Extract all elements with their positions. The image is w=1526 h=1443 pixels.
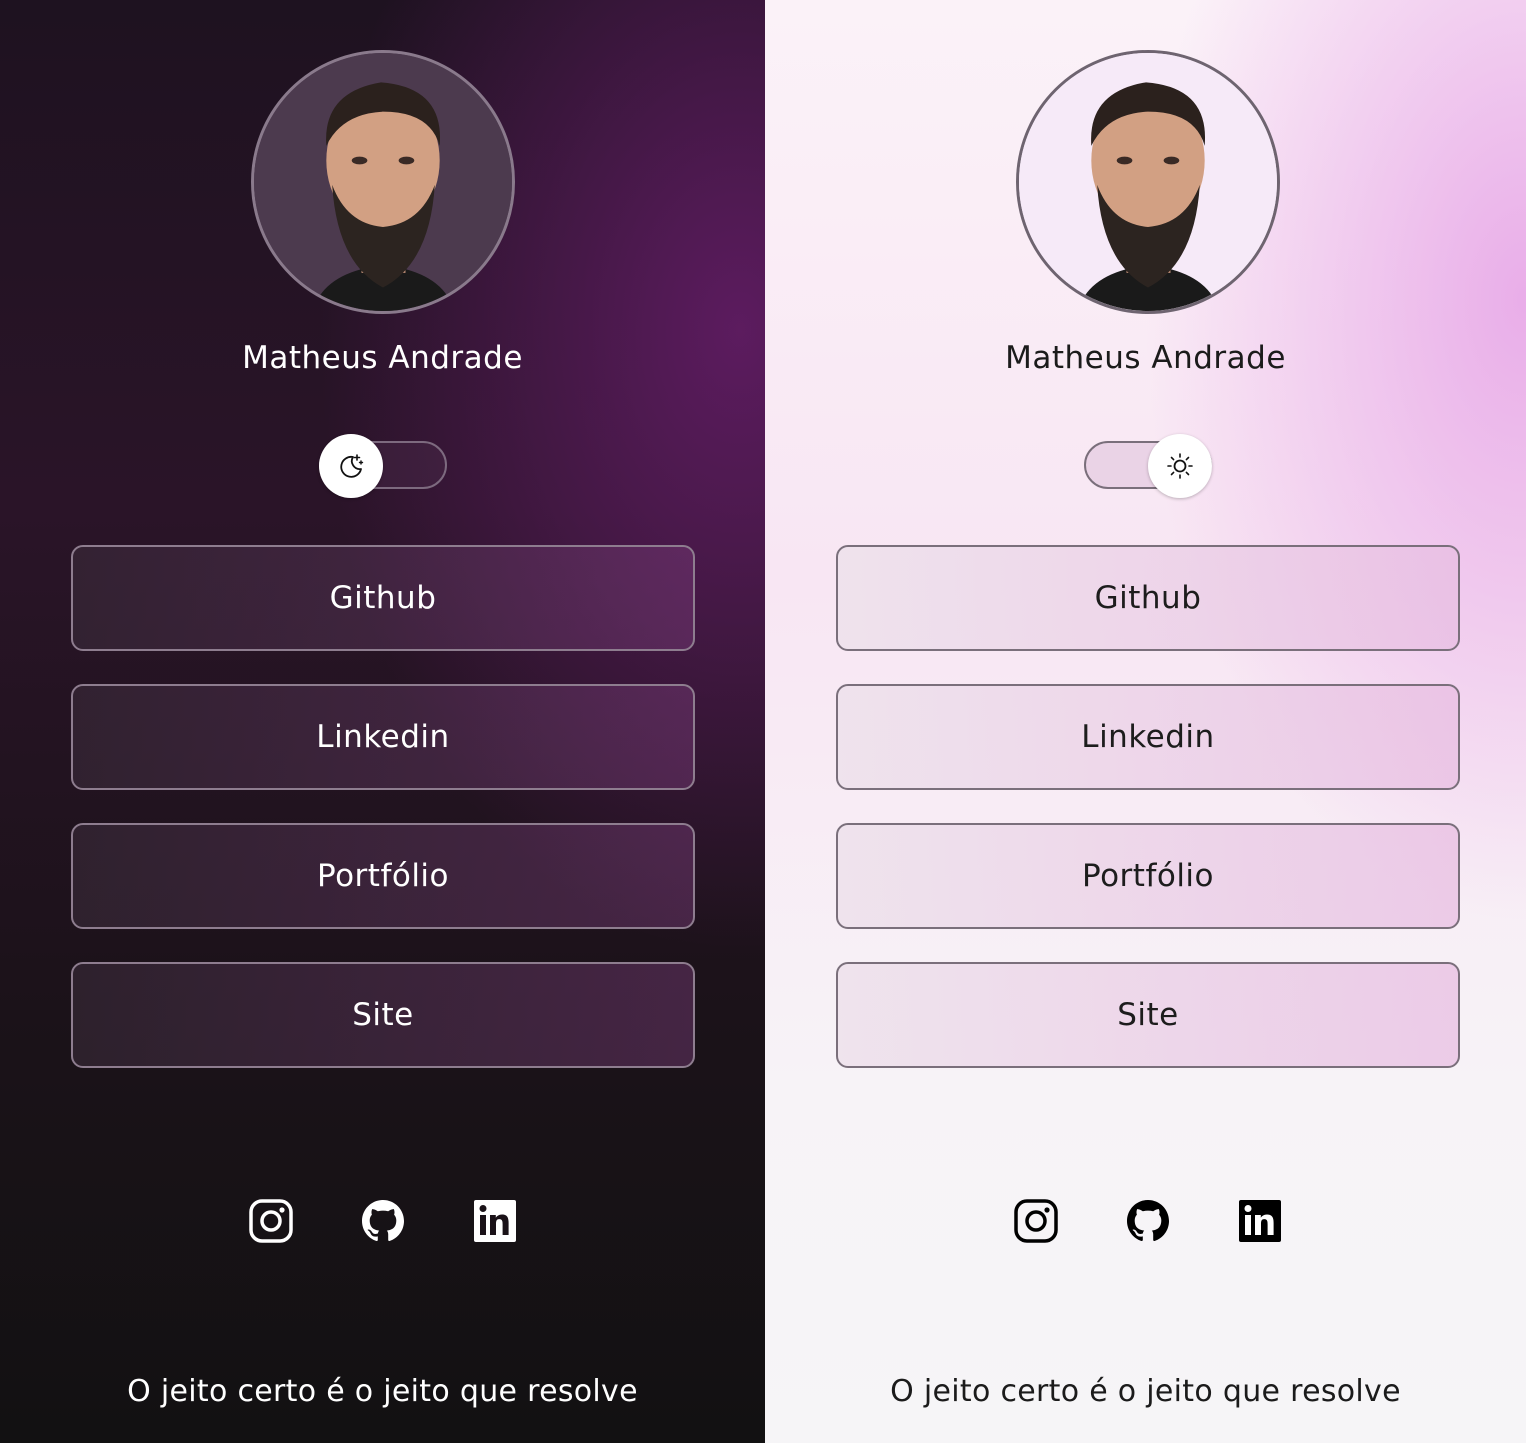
- github-icon[interactable]: [1125, 1198, 1171, 1244]
- sun-icon: [1167, 453, 1193, 479]
- linkedin-icon[interactable]: [472, 1198, 518, 1244]
- toggle-knob[interactable]: [1148, 434, 1212, 498]
- profile-name: Matheus Andrade: [1005, 340, 1286, 376]
- toggle-knob[interactable]: [319, 434, 383, 498]
- link-button-site[interactable]: Site: [71, 962, 695, 1068]
- link-button-portfolio[interactable]: Portfólio: [71, 823, 695, 929]
- motto: O jeito certo é o jeito que resolve: [127, 1374, 638, 1409]
- avatar: [1016, 50, 1280, 314]
- avatar: [251, 50, 515, 314]
- theme-toggle[interactable]: [1084, 434, 1212, 498]
- link-button-github[interactable]: Github: [71, 545, 695, 651]
- linkedin-icon[interactable]: [1237, 1198, 1283, 1244]
- link-button-github[interactable]: Github: [836, 545, 1460, 651]
- dark-theme-panel: Matheus Andrade Github Linkedin Portfóli…: [0, 0, 765, 1443]
- instagram-icon[interactable]: [1013, 1198, 1059, 1244]
- link-button-linkedin[interactable]: Linkedin: [836, 684, 1460, 790]
- light-theme-panel: Matheus Andrade Github Linkedin Portfóli…: [765, 0, 1526, 1443]
- motto: O jeito certo é o jeito que resolve: [890, 1374, 1401, 1409]
- link-button-site[interactable]: Site: [836, 962, 1460, 1068]
- link-button-linkedin[interactable]: Linkedin: [71, 684, 695, 790]
- profile-name: Matheus Andrade: [242, 340, 523, 376]
- instagram-icon[interactable]: [248, 1198, 294, 1244]
- link-button-portfolio[interactable]: Portfólio: [836, 823, 1460, 929]
- moon-icon: [340, 454, 364, 478]
- theme-toggle[interactable]: [319, 434, 447, 498]
- github-icon[interactable]: [360, 1198, 406, 1244]
